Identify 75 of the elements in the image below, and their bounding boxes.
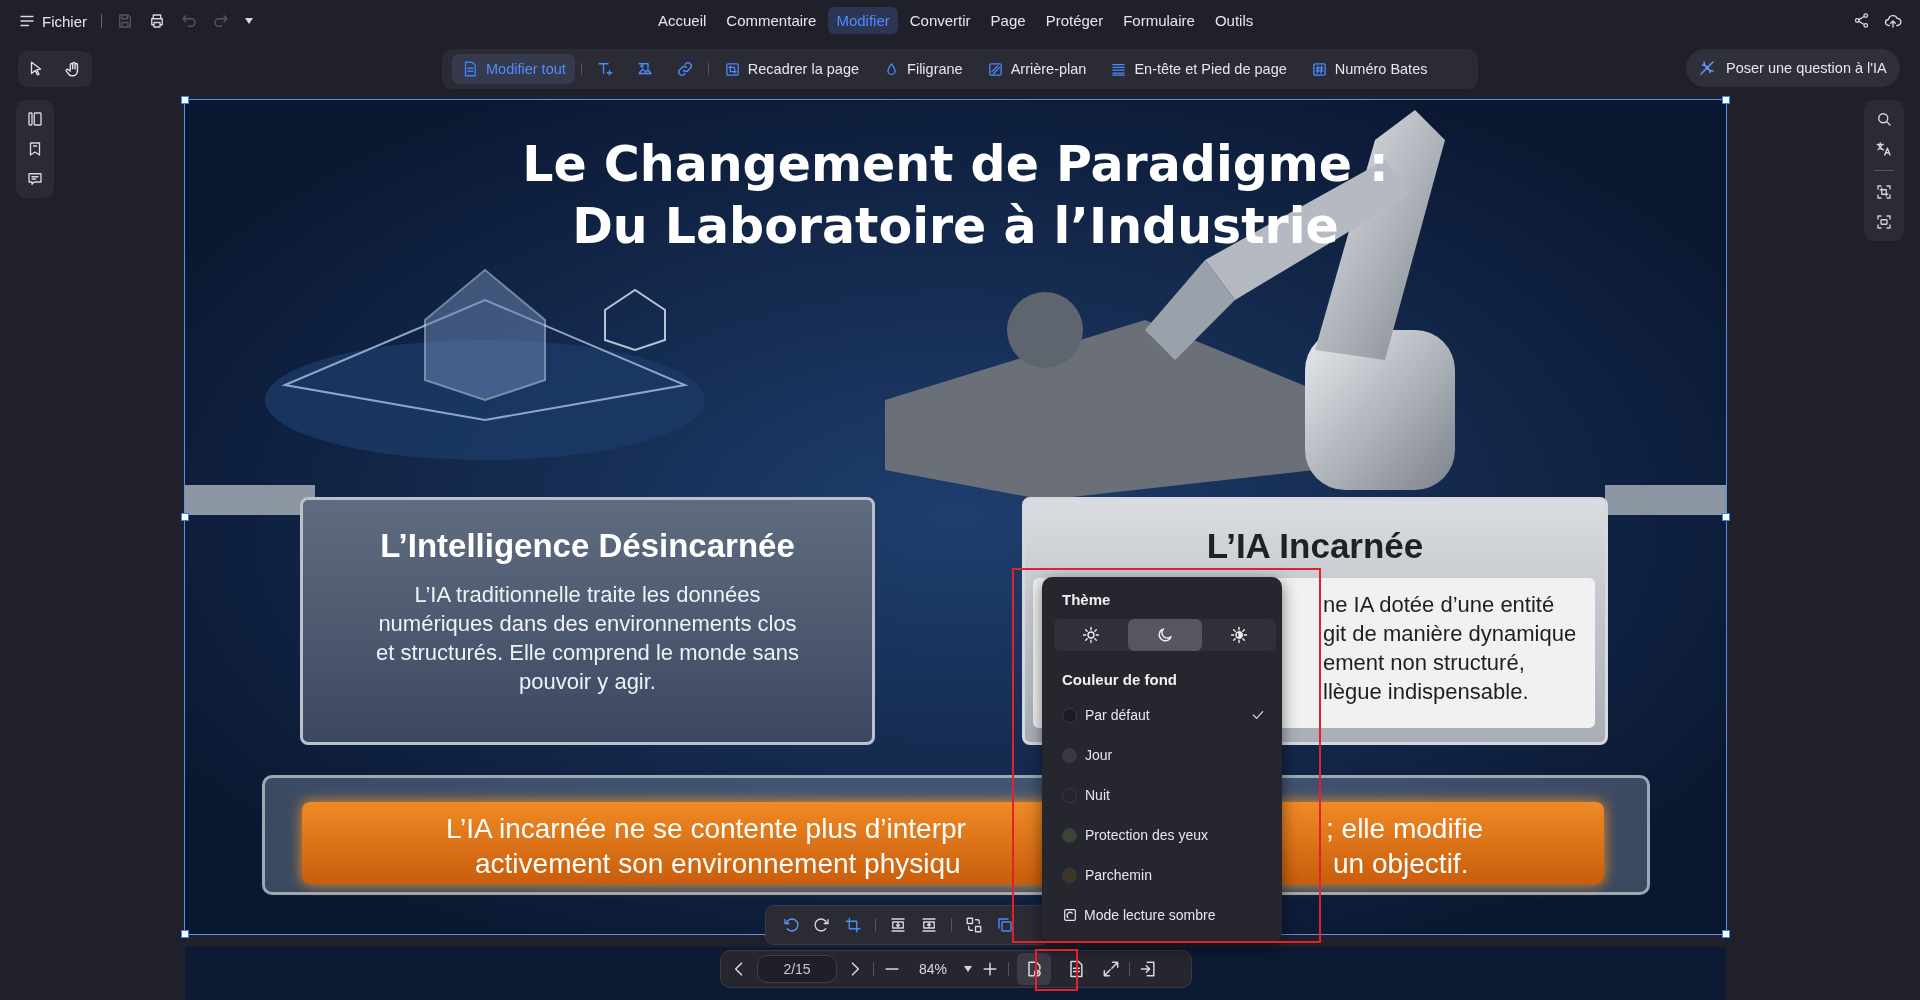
card-text: L’IA traditionnelle traite les données numériques dans des environnements clos et structurés. Elle comprend le monde sans pouvoir y agir. [374,581,801,696]
menu-tab[interactable]: Convertir [901,7,979,34]
toolbar-button[interactable]: Arrière-plan [977,54,1096,84]
file-menu[interactable]: Fichier [18,12,87,30]
resize-handle[interactable] [1722,96,1730,104]
menu-heading: Couleur de fond [1062,670,1178,690]
theme-option[interactable] [1128,619,1202,651]
menu-tab[interactable]: Protéger [1037,7,1112,34]
add-link-icon[interactable] [675,60,694,78]
dark-reading-icon [1062,907,1078,923]
card-text: llègue indispensable. [1323,678,1529,706]
crop-page-icon [723,60,741,78]
ask-ai-button[interactable]: Poser une question à l'IA [1686,49,1900,87]
light-theme-icon [1082,626,1100,644]
background-option[interactable]: Protection des yeux [1062,815,1270,855]
menu-tab[interactable]: Formulaire [1115,7,1203,34]
menu-tab[interactable]: Outils [1206,7,1262,34]
resize-handle[interactable] [1722,930,1730,938]
extract-page-icon[interactable] [920,916,938,934]
insert-page-icon[interactable] [889,916,907,934]
page-number-field[interactable]: 2/15 [757,955,837,983]
menu-tab[interactable]: Modifier [828,7,898,34]
menu-tab[interactable]: Page [982,7,1034,34]
rotate-right-icon[interactable] [813,916,831,934]
background-option[interactable]: Jour [1062,735,1270,775]
search-icon[interactable] [1875,110,1893,128]
card-heading: L’Intelligence Désincarnée [380,526,795,566]
menu-heading: Thème [1062,590,1112,610]
auto-theme-icon [1230,626,1248,644]
printer-icon[interactable] [148,12,166,30]
crop-icon[interactable] [1875,183,1893,201]
menu-tab[interactable]: Commentaire [718,7,825,34]
card-text: git de manière dynamique [1323,620,1577,648]
background-option[interactable]: Par défaut [1062,695,1270,735]
toolbar-button[interactable]: Filigrane [874,54,972,84]
share-icon[interactable] [1853,12,1870,29]
replace-page-icon[interactable] [965,916,983,934]
exit-icon[interactable] [1138,959,1158,979]
card-heading: L’IA Incarnée [1205,525,1425,567]
toolbar-button[interactable]: Numéro Bates [1301,54,1437,84]
translate-icon[interactable] [1875,140,1893,158]
card-text: ement non structuré, [1323,649,1525,677]
banner-text: L’IA incarnée ne se contente plus d’interpr [446,812,966,846]
resize-handle[interactable] [1722,513,1730,521]
cloud-upload-icon[interactable] [1884,12,1902,30]
card-text: ne IA dotée d’une entité [1323,591,1555,619]
annotation-frame [1035,949,1078,991]
menu-tab[interactable]: Accueil [650,7,715,34]
dropdown-icon[interactable] [244,17,254,25]
screenshot-icon[interactable] [1875,213,1893,231]
dark-theme-icon [1156,626,1174,644]
duplicate-page-icon[interactable] [996,916,1014,934]
caret-icon[interactable] [964,966,972,972]
rotate-left-icon[interactable] [782,916,800,934]
toolbar-button[interactable]: En-tête et Pied de page [1101,54,1296,84]
add-text-icon[interactable] [595,60,614,78]
resize-handle[interactable] [181,513,189,521]
resize-handle[interactable] [181,96,189,104]
background-option[interactable]: Parchemin [1062,855,1270,895]
background-option[interactable]: Nuit [1062,775,1270,815]
zoom-level[interactable]: 84% [910,961,956,977]
toolbar-button[interactable]: Recadrer la page [714,54,869,84]
banner-text: un objectif. [1333,847,1469,881]
fullscreen-icon[interactable] [1101,959,1121,979]
banner-text: ; elle modifie [1326,812,1484,846]
number-icon [1310,60,1328,78]
toolbar-button[interactable]: Modifier tout [452,54,575,84]
comment-icon[interactable] [26,170,44,188]
resize-handle[interactable] [181,930,189,938]
crop-icon[interactable] [844,916,862,934]
dark-reading-option[interactable]: Mode lecture sombre [1062,895,1270,935]
banner-text: activement son environnement physiqu [475,847,961,881]
background-icon [986,60,1004,78]
thumbnails-icon[interactable] [26,110,44,128]
view-mode-button[interactable] [1017,953,1051,985]
